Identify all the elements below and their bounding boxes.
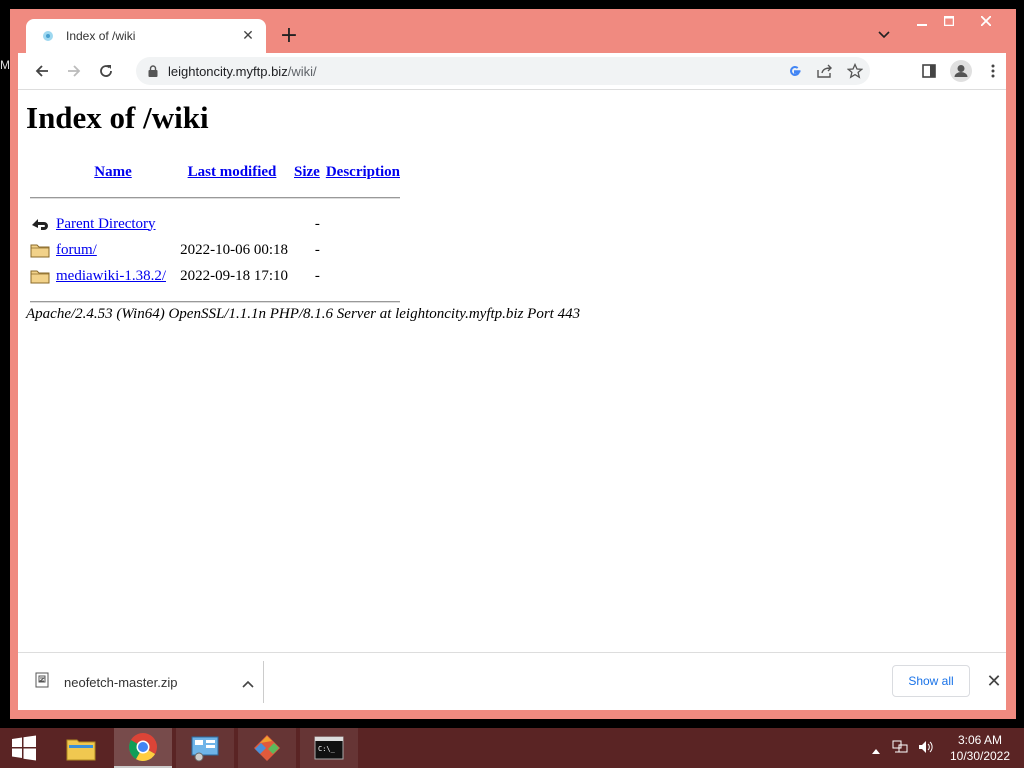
git-app-icon[interactable] [238,728,296,768]
show-all-button[interactable]: Show all [892,665,970,697]
column-last-modified-link[interactable]: Last modified [188,164,277,180]
chevron-up-icon[interactable] [242,673,254,692]
download-item[interactable]: neofetch-master.zip [34,667,254,697]
tab-title: Index of /wiki [66,29,136,43]
url-text[interactable]: leightoncity.myftp.biz/wiki/ [168,64,780,79]
entry-modified: 2022-09-18 17:10 [180,267,288,284]
column-name-link[interactable]: Name [94,164,132,180]
tab-strip: Index of /wiki ✕ + [10,9,1016,53]
icon-column-header [28,160,52,184]
control-panel-icon[interactable] [176,728,234,768]
entry-modified: 2022-10-06 00:18 [180,241,288,258]
tab-favicon-icon [40,28,56,44]
entry-size: - [314,241,320,258]
file-explorer-icon[interactable] [52,728,110,768]
network-icon[interactable] [892,739,908,758]
forum-folder-link[interactable]: forum/ [56,242,97,258]
svg-text:C:\_: C:\_ [318,745,336,753]
download-shelf: neofetch-master.zip Show all ✕ [18,652,1006,710]
parent-directory-link[interactable]: Parent Directory [56,216,156,232]
entry-size: - [314,215,320,232]
server-signature: Apache/2.4.53 (Win64) OpenSSL/1.1.1n PHP… [26,306,581,322]
maximize-button[interactable] [935,9,963,33]
chrome-taskbar-icon[interactable] [114,728,172,768]
table-row: mediawiki-1.38.2/ 2022-09-18 17:10 - [28,264,402,288]
browser-tab[interactable]: Index of /wiki ✕ [26,19,266,53]
taskbar: C:\_ 3:06 AM 10/30/2022 [0,728,1024,768]
tab-search-chevron-icon[interactable] [874,25,894,45]
page-heading: Index of /wiki [26,100,209,135]
share-icon[interactable] [810,57,840,85]
folder-icon [30,266,50,286]
column-description-link[interactable]: Description [326,164,400,180]
taskbar-clock[interactable]: 3:06 AM 10/30/2022 [944,732,1016,764]
table-row: Parent Directory - [28,212,402,236]
volume-icon[interactable] [918,739,934,758]
google-icon[interactable] [780,57,810,85]
system-tray [872,728,934,768]
directory-listing: Name Last modified Size Description Pare… [26,158,404,316]
zip-file-icon [34,672,50,692]
mediawiki-folder-link[interactable]: mediawiki-1.38.2/ [56,268,166,284]
listing-header-row: Name Last modified Size Description [28,160,402,184]
start-button[interactable] [0,728,48,768]
address-bar[interactable]: leightoncity.myftp.biz/wiki/ [136,57,870,85]
lock-icon[interactable] [148,62,158,81]
page-content: Index of /wiki Name Last modified Size D… [18,89,1006,652]
browser-toolbar: leightoncity.myftp.biz/wiki/ [18,53,1006,89]
clock-time: 3:06 AM [957,733,1003,747]
minimize-button[interactable] [908,9,936,33]
shelf-divider [263,661,264,703]
bookmark-star-icon[interactable] [840,57,870,85]
new-tab-button[interactable]: + [278,25,300,47]
close-window-button[interactable] [972,9,1000,33]
profile-avatar-icon[interactable] [947,57,975,85]
tab-close-icon[interactable]: ✕ [240,28,256,44]
browser-window: Index of /wiki ✕ + leightoncity.myftp.bi… [10,9,1016,719]
back-button[interactable] [28,57,56,85]
listing-divider-bottom [30,301,400,303]
back-icon [30,214,50,234]
download-filename: neofetch-master.zip [64,674,178,690]
menu-kebab-icon[interactable] [979,57,1007,85]
url-host: leightoncity.myftp.biz [168,63,288,79]
listing-divider-top [30,197,400,199]
desktop-edge-text: M [0,58,10,72]
terminal-icon[interactable]: C:\_ [300,728,358,768]
tray-chevron-up-icon[interactable] [872,739,880,758]
reload-button[interactable] [92,57,120,85]
close-shelf-icon[interactable]: ✕ [984,671,1004,692]
entry-size: - [314,267,320,284]
side-panel-icon[interactable] [915,57,943,85]
url-path: /wiki/ [287,63,317,79]
column-size-link[interactable]: Size [294,164,320,180]
table-row: forum/ 2022-10-06 00:18 - [28,238,402,262]
clock-date: 10/30/2022 [949,749,1011,763]
folder-icon [30,240,50,260]
entry-modified [174,212,290,236]
forward-button[interactable] [60,57,88,85]
